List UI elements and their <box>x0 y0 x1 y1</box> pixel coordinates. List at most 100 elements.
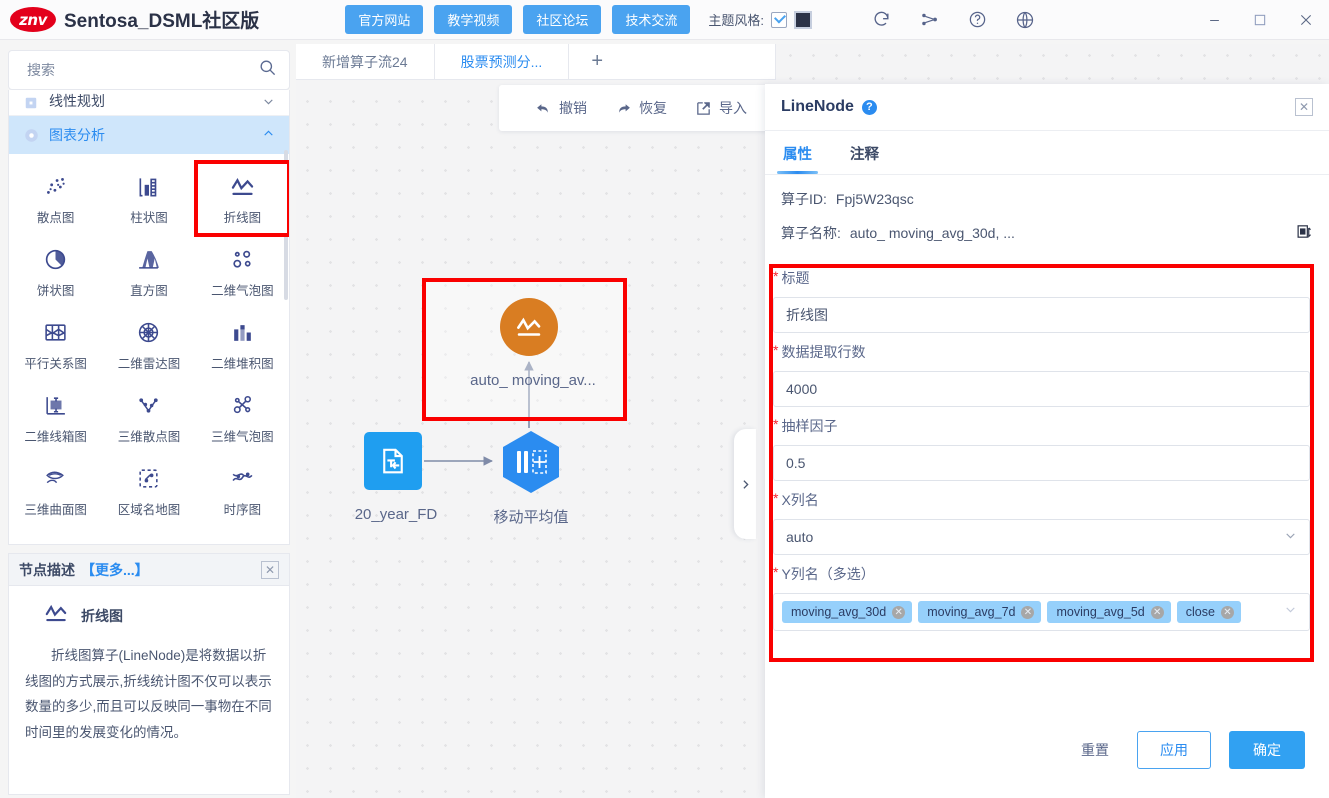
sidebar-item-linear-programming[interactable]: 线性规划 <box>9 90 289 116</box>
y-column-tag[interactable]: moving_avg_7d ✕ <box>918 601 1042 623</box>
redo-button[interactable]: 恢复 <box>601 98 681 118</box>
node-item-bubble-chart-2d[interactable]: 二维气泡图 <box>196 235 289 308</box>
y-columns-multiselect[interactable]: moving_avg_30d ✕ moving_avg_7d ✕ moving_… <box>773 593 1310 631</box>
help-circle-icon[interactable] <box>966 9 988 31</box>
canvas-node-line-chart[interactable] <box>500 298 558 356</box>
node-item-bubble-chart-3d[interactable]: 三维气泡图 <box>196 381 289 454</box>
tutorial-video-button[interactable]: 教学视频 <box>434 5 513 34</box>
sidebar-item-chart-analysis[interactable]: 图表分析 <box>9 116 289 154</box>
node-item-scatter-chart[interactable]: 散点图 <box>9 162 102 235</box>
search-input[interactable] <box>25 61 258 79</box>
node-description-title: 节点描述 <box>19 561 75 578</box>
search-box[interactable] <box>8 50 290 90</box>
x-column-select[interactable]: auto <box>773 519 1310 555</box>
left-sidebar: 线性规划 图表分析 <box>8 50 290 795</box>
window-controls <box>1191 0 1329 40</box>
chevron-up-icon[interactable] <box>262 127 275 143</box>
globe-icon[interactable] <box>1014 9 1036 31</box>
close-icon[interactable]: ✕ <box>261 560 279 579</box>
plus-icon[interactable]: + <box>569 44 625 79</box>
theme-style-checkbox[interactable] <box>771 11 787 28</box>
node-item-surface-chart-3d[interactable]: 三维曲面图 <box>9 454 102 527</box>
y-column-tag[interactable]: moving_avg_5d ✕ <box>1047 601 1171 623</box>
official-website-button[interactable]: 官方网站 <box>345 5 424 34</box>
import-button[interactable]: 导入 <box>681 98 761 118</box>
node-item-radar-chart-2d[interactable]: 二维雷达图 <box>102 308 195 381</box>
y-column-tag-label: moving_avg_5d <box>1056 605 1145 619</box>
stacked-chart-2d-icon <box>230 318 255 348</box>
tab-new-operator-flow[interactable]: 新增算子流24 <box>296 44 435 79</box>
theme-color-swatch[interactable] <box>794 10 812 29</box>
operator-name-label: 算子名称: <box>781 225 841 241</box>
field-group-sampling-factor: * 抽样因子 0.5 <box>773 416 1310 481</box>
node-description-more-link[interactable]: 【更多...】 <box>81 560 149 580</box>
node-item-region-map[interactable]: 区域名地图 <box>102 454 195 527</box>
node-item-time-series[interactable]: 时序图 <box>196 454 289 527</box>
canvas-node-moving-average[interactable] <box>500 430 562 499</box>
node-item-box-plot-2d-label: 二维线箱图 <box>24 429 87 444</box>
tab-comments[interactable]: 注释 <box>848 131 881 174</box>
bar-chart-icon <box>136 172 162 202</box>
minimize-icon[interactable] <box>1191 0 1237 40</box>
node-item-bar-chart[interactable]: 柱状图 <box>102 162 195 235</box>
properties-panel-title: LineNode <box>781 98 854 115</box>
chevron-right-icon[interactable] <box>734 429 756 539</box>
y-column-tag[interactable]: close ✕ <box>1176 601 1241 623</box>
community-forum-button[interactable]: 社区论坛 <box>523 5 602 34</box>
required-asterisk: * <box>773 490 779 506</box>
node-item-region-map-label: 区域名地图 <box>117 502 181 517</box>
close-icon[interactable]: ✕ <box>1295 98 1313 116</box>
node-description-heading: 折线图 <box>25 600 273 631</box>
node-item-surface-chart-3d-label: 三维曲面图 <box>24 502 87 517</box>
required-asterisk: * <box>773 342 779 358</box>
y-column-tag[interactable]: moving_avg_30d ✕ <box>782 601 913 623</box>
maximize-icon[interactable] <box>1237 0 1283 40</box>
confirm-button[interactable]: 确定 <box>1229 731 1305 769</box>
node-item-stacked-chart-2d[interactable]: 二维堆积图 <box>196 308 289 381</box>
field-label-x-column-text: X列名 <box>781 492 819 508</box>
theme-style-group: 主题风格: <box>708 10 812 29</box>
node-item-box-plot-2d[interactable]: 二维线箱图 <box>9 381 102 454</box>
node-item-scatter-chart-3d[interactable]: 三维散点图 <box>102 381 195 454</box>
copy-icon[interactable] <box>1296 223 1313 243</box>
line-chart-icon <box>229 172 256 202</box>
tab-stock-prediction[interactable]: 股票预测分... <box>435 44 570 79</box>
bubble-chart-2d-icon <box>230 245 255 275</box>
remove-tag-icon[interactable]: ✕ <box>1220 605 1234 619</box>
parallel-coordinates-icon <box>43 318 68 348</box>
undo-button[interactable]: 撤销 <box>521 98 601 118</box>
histogram-icon <box>136 245 161 275</box>
workflow-icon[interactable] <box>918 9 940 31</box>
search-icon[interactable] <box>258 58 277 82</box>
scatter-chart-3d-icon <box>136 391 161 421</box>
chevron-down-icon[interactable] <box>1284 529 1297 545</box>
tech-exchange-button[interactable]: 技术交流 <box>612 5 691 34</box>
node-item-histogram[interactable]: 直方图 <box>102 235 195 308</box>
node-item-parallel-coordinates[interactable]: 平行关系图 <box>9 308 102 381</box>
node-description-header: 节点描述 【更多...】 ✕ <box>9 554 289 586</box>
chevron-down-icon[interactable] <box>262 95 275 111</box>
remove-tag-icon[interactable]: ✕ <box>1021 605 1035 619</box>
canvas-node-text-import[interactable] <box>364 432 422 490</box>
field-group-x-column: * X列名 auto <box>773 490 1310 555</box>
required-asterisk: * <box>773 416 779 432</box>
node-description-panel: 节点描述 【更多...】 ✕ 折线图 折线图算子(LineNode)是将数据以折… <box>8 553 290 795</box>
tab-properties[interactable]: 属性 <box>777 131 818 174</box>
remove-tag-icon[interactable]: ✕ <box>1150 605 1164 619</box>
help-circle-icon[interactable]: ? <box>861 99 877 115</box>
close-icon[interactable] <box>1283 0 1329 40</box>
sampling-factor-input[interactable]: 0.5 <box>773 445 1310 481</box>
field-label-title: * 标题 <box>773 268 1310 288</box>
reset-button[interactable]: 重置 <box>1071 734 1119 766</box>
chevron-down-icon[interactable] <box>1284 603 1297 621</box>
node-item-line-chart[interactable]: 折线图 <box>193 160 289 237</box>
node-item-pie-chart[interactable]: 饼状图 <box>9 235 102 308</box>
apply-button[interactable]: 应用 <box>1137 731 1211 769</box>
row-count-input[interactable]: 4000 <box>773 371 1310 407</box>
operator-id-row: 算子ID: Fpj5W23qsc <box>781 189 1313 209</box>
remove-tag-icon[interactable]: ✕ <box>892 605 906 619</box>
pie-chart-icon <box>43 245 68 275</box>
title-input[interactable]: 折线图 <box>773 297 1310 333</box>
refresh-icon[interactable] <box>870 9 892 31</box>
properties-panel-tabs: 属性 注释 <box>765 131 1329 175</box>
